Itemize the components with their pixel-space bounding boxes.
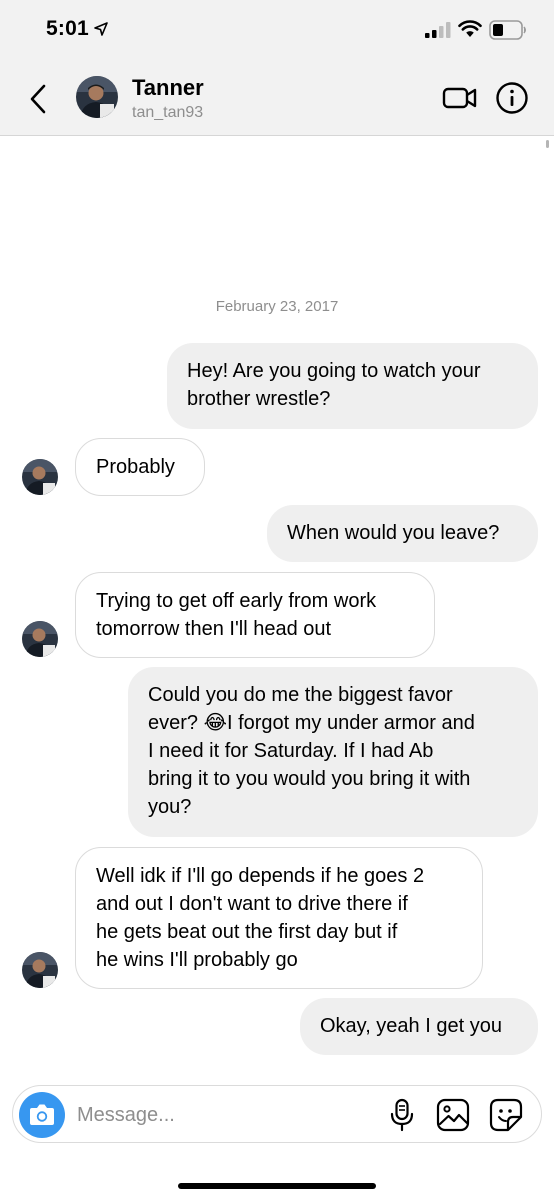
- info-button[interactable]: [495, 81, 529, 115]
- status-bar: 5:01: [0, 0, 554, 62]
- camera-button[interactable]: [19, 1092, 65, 1138]
- sent-message[interactable]: When would you leave?: [267, 505, 538, 562]
- avatar[interactable]: [22, 459, 58, 495]
- message-line: I need it for Saturday. If I had Ab: [148, 740, 434, 762]
- sent-message[interactable]: Okay, yeah I get you: [300, 998, 538, 1055]
- date-separator: February 23, 2017: [215, 298, 339, 315]
- received-message[interactable]: Well idk if I'll go depends if he goes 2…: [75, 847, 483, 989]
- contact-name[interactable]: Tanner: [132, 75, 204, 101]
- message-line: Hey! Are you going to watch your: [187, 360, 481, 382]
- avatar[interactable]: [76, 76, 118, 118]
- received-message[interactable]: Trying to get off early from work tomorr…: [75, 572, 435, 658]
- battery-icon: [489, 20, 526, 40]
- sent-message[interactable]: Hey! Are you going to watch your brother…: [167, 343, 538, 429]
- message-line: ever? 😂I forgot my under armor and: [148, 712, 475, 734]
- sent-message[interactable]: Could you do me the biggest favor ever? …: [128, 667, 538, 837]
- message-line: Could you do me the biggest favor: [148, 684, 453, 706]
- received-message[interactable]: Probably: [75, 438, 205, 496]
- conversation-header: Tanner tan_tan93: [0, 62, 554, 136]
- signal-icon: [425, 22, 451, 38]
- scrollbar[interactable]: [546, 140, 549, 148]
- home-indicator[interactable]: [178, 1183, 376, 1189]
- message-line: Trying to get off early from work: [96, 590, 377, 612]
- video-call-button[interactable]: [442, 84, 478, 112]
- avatar[interactable]: [22, 952, 58, 988]
- gallery-button[interactable]: [436, 1098, 470, 1132]
- message-composer: [12, 1085, 542, 1143]
- message-line: Probably: [96, 456, 175, 478]
- avatar[interactable]: [22, 621, 58, 657]
- contact-username[interactable]: tan_tan93: [132, 104, 203, 122]
- back-button[interactable]: [24, 82, 52, 116]
- message-line: Okay, yeah I get you: [320, 1015, 502, 1037]
- message-line: you?: [148, 796, 192, 818]
- message-line: When would you leave?: [287, 522, 500, 544]
- message-input[interactable]: [77, 1101, 377, 1129]
- message-line: he wins I'll probably go: [96, 949, 298, 971]
- message-line: brother wrestle?: [187, 388, 331, 410]
- status-time: 5:01: [46, 17, 89, 40]
- message-line: Well idk if I'll go depends if he goes 2: [96, 865, 425, 887]
- message-line: and out I don't want to drive there if: [96, 893, 408, 915]
- message-line: tomorrow then I'll head out: [96, 618, 332, 640]
- microphone-button[interactable]: [388, 1098, 416, 1132]
- message-line: bring it to you would you bring it with: [148, 768, 471, 790]
- location-arrow-icon: [94, 22, 108, 36]
- message-line: he gets beat out the first day but if: [96, 921, 398, 943]
- wifi-icon: [458, 20, 482, 37]
- sticker-button[interactable]: [489, 1098, 523, 1132]
- camera-icon: [30, 1104, 54, 1125]
